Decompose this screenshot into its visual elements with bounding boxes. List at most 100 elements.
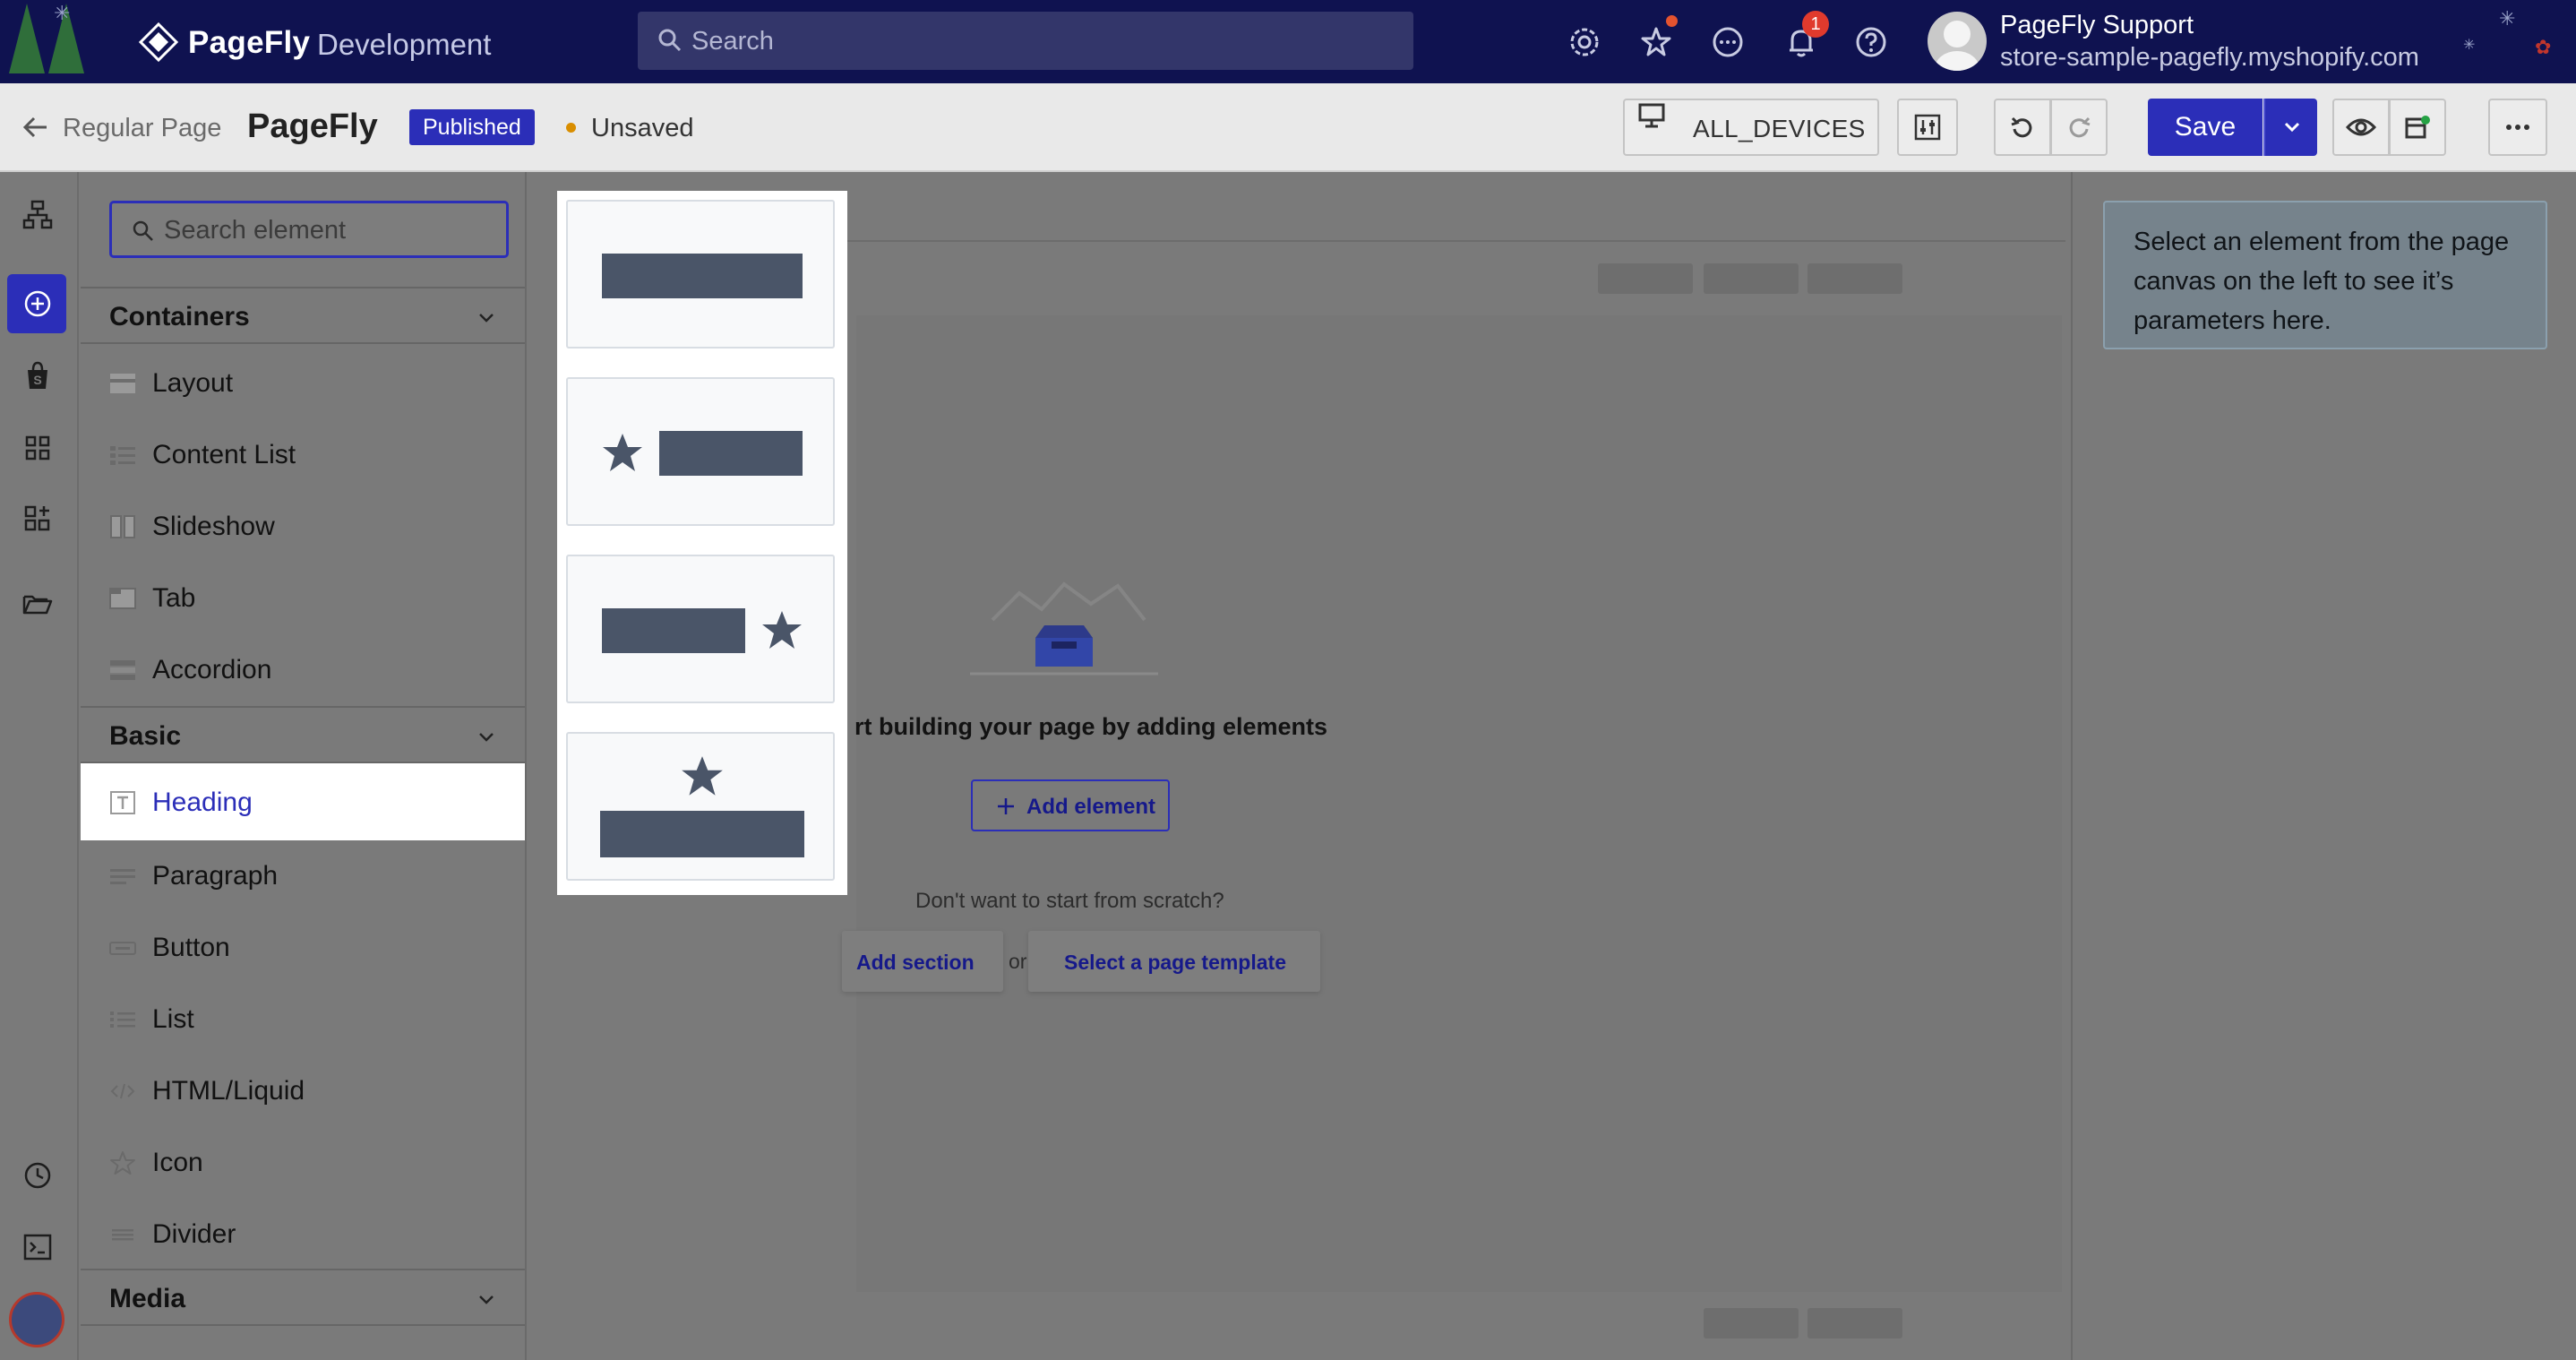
- clock-icon: [24, 1162, 51, 1189]
- element-item-label: Paragraph: [152, 861, 279, 891]
- chat-button[interactable]: [1711, 25, 1745, 59]
- rail-page-outline[interactable]: [21, 199, 54, 231]
- user-name[interactable]: PageFly Support: [2000, 11, 2194, 40]
- section-header-containers[interactable]: Containers: [81, 287, 525, 344]
- star-icon: [603, 434, 642, 471]
- snowflake-icon: ✳: [2499, 7, 2516, 30]
- user-avatar[interactable]: [1928, 12, 1987, 71]
- rail-apps[interactable]: [21, 502, 54, 534]
- devices-button[interactable]: ALL_DEVICES: [1623, 99, 1879, 156]
- preview-button[interactable]: [2332, 99, 2390, 156]
- rail-code[interactable]: [21, 1231, 54, 1263]
- content-list-icon: [110, 446, 135, 465]
- section-header-media[interactable]: Media: [81, 1269, 525, 1326]
- help-button[interactable]: [1854, 25, 1888, 59]
- element-item-heading[interactable]: Heading: [81, 763, 525, 840]
- rail-files[interactable]: [21, 588, 54, 620]
- canvas-placeholder-block: [1598, 263, 1693, 294]
- element-item-button[interactable]: Button: [81, 912, 525, 984]
- left-icon-rail: S: [0, 172, 79, 1360]
- save-button[interactable]: Save: [2148, 99, 2263, 156]
- tab-icon: [109, 588, 136, 609]
- rail-add-element[interactable]: [21, 288, 54, 320]
- element-item-label: Divider: [152, 1219, 236, 1249]
- element-item-layout[interactable]: Layout: [81, 348, 525, 419]
- favorites-button[interactable]: [1639, 25, 1673, 59]
- rail-history[interactable]: [21, 1159, 54, 1192]
- snowflake-icon: ✳: [54, 2, 71, 24]
- scratch-prompt: Don't want to start from scratch?: [915, 889, 1224, 913]
- code-icon: [110, 1083, 135, 1099]
- sitemap-icon: [22, 200, 53, 229]
- element-item-label: Tab: [152, 583, 196, 613]
- publish-settings-button[interactable]: [2389, 99, 2446, 156]
- element-item-divider[interactable]: Divider: [81, 1199, 525, 1270]
- add-element-button[interactable]: Add element: [971, 779, 1170, 831]
- rail-shopify[interactable]: S: [21, 360, 54, 392]
- arrow-left-icon[interactable]: [21, 113, 50, 142]
- element-item-icon[interactable]: Icon: [81, 1127, 525, 1199]
- chat-bubble-icon: [1713, 27, 1743, 57]
- page-settings-button[interactable]: [1897, 99, 1958, 156]
- plus-circle-icon: [24, 290, 51, 317]
- section-title: Containers: [109, 302, 250, 331]
- redo-button[interactable]: [2050, 99, 2108, 156]
- heading-variant-icon-top[interactable]: [566, 732, 835, 881]
- heading-icon: [110, 791, 135, 814]
- app-logo-name: PageFly: [188, 25, 311, 60]
- gear-icon: [1570, 28, 1599, 56]
- element-search-field[interactable]: [109, 201, 509, 258]
- save-state-text: Unsaved: [591, 114, 694, 142]
- select-template-button[interactable]: Select a page template: [1028, 931, 1320, 992]
- heading-bar-shape: [602, 608, 745, 653]
- button-icon: [109, 942, 136, 955]
- search-icon: [658, 29, 682, 52]
- grid-icon: [25, 435, 50, 461]
- assistant-avatar[interactable]: [9, 1292, 64, 1347]
- element-panel: Containers Layout Content List Slideshow…: [81, 172, 527, 1360]
- section-header-basic[interactable]: Basic: [81, 706, 525, 763]
- heading-variant-icon-left[interactable]: [566, 377, 835, 526]
- element-item-paragraph[interactable]: Paragraph: [81, 840, 525, 912]
- user-store[interactable]: store-sample-pagefly.myshopify.com: [2000, 43, 2419, 73]
- settings-button[interactable]: [1567, 25, 1601, 59]
- heading-variant-icon-right[interactable]: [566, 555, 835, 703]
- heading-variant-flyout: [557, 191, 847, 895]
- snowflake-icon: ✳: [2463, 38, 2476, 53]
- berry-decoration-icon: ✿: [2535, 36, 2552, 58]
- heading-bar-shape: [600, 811, 804, 857]
- help-icon: [1856, 27, 1886, 57]
- inspector-info-box: Select an element from the page canvas o…: [2103, 201, 2547, 349]
- devices-label: ALL_DEVICES: [1693, 115, 1866, 142]
- chevron-down-icon: [479, 733, 494, 742]
- empty-state-illustration-icon: [970, 581, 1158, 676]
- or-separator: or: [1009, 950, 1027, 973]
- chevron-down-icon: [479, 1295, 494, 1304]
- redo-icon: [2069, 116, 2091, 138]
- global-search-placeholder: Search: [691, 27, 774, 56]
- element-item-accordion[interactable]: Accordion: [81, 634, 525, 706]
- element-item-label: Layout: [152, 368, 234, 398]
- element-item-slideshow[interactable]: Slideshow: [81, 491, 525, 563]
- save-options-button[interactable]: [2263, 99, 2317, 156]
- page-type-link[interactable]: Regular Page: [63, 114, 221, 143]
- element-item-html-liquid[interactable]: HTML/Liquid: [81, 1055, 525, 1127]
- heading-variant-plain[interactable]: [566, 200, 835, 349]
- app-logo-sub: Development: [317, 28, 492, 61]
- element-item-list[interactable]: List: [81, 984, 525, 1055]
- element-search-input[interactable]: [164, 214, 495, 246]
- element-item-label: Accordion: [152, 655, 272, 684]
- canvas-placeholder-block: [1704, 263, 1799, 294]
- page-canvas[interactable]: rt building your page by adding elements…: [842, 172, 2073, 1360]
- add-section-button[interactable]: Add section: [842, 931, 1003, 992]
- element-item-tab[interactable]: Tab: [81, 563, 525, 634]
- element-item-content-list[interactable]: Content List: [81, 419, 525, 491]
- more-options-button[interactable]: [2488, 99, 2547, 156]
- rail-sections[interactable]: [21, 432, 54, 464]
- section-title: Media: [109, 1284, 186, 1313]
- undo-button[interactable]: [1994, 99, 2051, 156]
- select-template-label: Select a page template: [1064, 951, 1286, 974]
- element-item-label: List: [152, 1004, 194, 1034]
- global-search[interactable]: Search: [638, 12, 1413, 70]
- status-badge: Published: [409, 109, 535, 145]
